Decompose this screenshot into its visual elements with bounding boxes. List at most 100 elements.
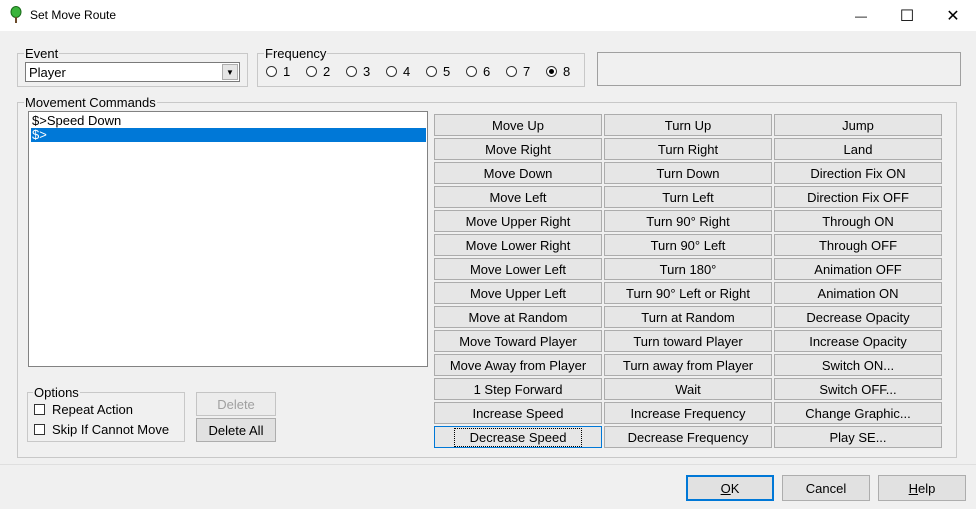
radio-circle[interactable] xyxy=(546,66,557,77)
cmd-turn-at-random-button[interactable]: Turn at Random xyxy=(604,306,772,328)
cmd-turn-left-button[interactable]: Turn Left xyxy=(604,186,772,208)
chevron-down-icon[interactable]: ▼ xyxy=(222,64,238,80)
radio-label: 4 xyxy=(403,64,411,79)
cmd-direction-fix-on-button[interactable]: Direction Fix ON xyxy=(774,162,942,184)
cmd-label: Change Graphic... xyxy=(805,405,911,421)
cmd-label: Move Away from Player xyxy=(449,357,587,373)
cmd-wait-button[interactable]: Wait xyxy=(604,378,772,400)
cmd-move-lower-right-button[interactable]: Move Lower Right xyxy=(434,234,602,256)
cmd-move-at-random-button[interactable]: Move at Random xyxy=(434,306,602,328)
cmd-move-right-button[interactable]: Move Right xyxy=(434,138,602,160)
list-item[interactable]: $>Speed Down xyxy=(31,114,426,128)
radio-circle[interactable] xyxy=(266,66,277,77)
cmd-animation-on-button[interactable]: Animation ON xyxy=(774,282,942,304)
skip-if-cannot-move-checkbox[interactable]: Skip If Cannot Move xyxy=(34,422,169,437)
maximize-button[interactable]: ☐ xyxy=(884,0,930,31)
cmd-increase-opacity-button[interactable]: Increase Opacity xyxy=(774,330,942,352)
minimize-icon: — xyxy=(855,8,867,23)
radio-circle[interactable] xyxy=(466,66,477,77)
cmd-label: Increase Speed xyxy=(472,405,564,421)
cmd-move-upper-right-button[interactable]: Move Upper Right xyxy=(434,210,602,232)
radio-circle[interactable] xyxy=(386,66,397,77)
cmd-animation-off-button[interactable]: Animation OFF xyxy=(774,258,942,280)
frequency-radio-8[interactable]: 8 xyxy=(546,64,570,79)
close-button[interactable]: ✕ xyxy=(930,0,976,31)
cmd-move-toward-player-button[interactable]: Move Toward Player xyxy=(434,330,602,352)
minimize-button[interactable]: — xyxy=(838,0,884,31)
radio-circle[interactable] xyxy=(306,66,317,77)
cmd-through-on-button[interactable]: Through ON xyxy=(774,210,942,232)
cmd-move-lower-left-button[interactable]: Move Lower Left xyxy=(434,258,602,280)
cmd-label: Turn Left xyxy=(662,189,714,205)
cmd-label: Turn 90° Left xyxy=(650,237,726,253)
movement-command-list[interactable]: $>Speed Down $> xyxy=(28,111,428,367)
frequency-radio-3[interactable]: 3 xyxy=(346,64,370,79)
frequency-radio-5[interactable]: 5 xyxy=(426,64,450,79)
list-item[interactable]: $> xyxy=(31,128,426,142)
cmd-decrease-frequency-button[interactable]: Decrease Frequency xyxy=(604,426,772,448)
cmd-label: Move Lower Left xyxy=(469,261,567,277)
cmd-land-button[interactable]: Land xyxy=(774,138,942,160)
frequency-radio-6[interactable]: 6 xyxy=(466,64,490,79)
delete-button[interactable]: Delete xyxy=(196,392,276,416)
cmd-label: Turn 90° Right xyxy=(646,213,730,229)
cmd-label: Animation OFF xyxy=(814,261,902,277)
cmd-turn-90-right-button[interactable]: Turn 90° Right xyxy=(604,210,772,232)
cmd-turn-up-button[interactable]: Turn Up xyxy=(604,114,772,136)
repeat-action-box[interactable] xyxy=(34,404,45,415)
cancel-button-label: Cancel xyxy=(805,480,847,496)
cmd-label: Switch ON... xyxy=(821,357,895,373)
help-button-label: Help xyxy=(908,480,936,496)
cmd-jump-button[interactable]: Jump xyxy=(774,114,942,136)
frequency-radio-1[interactable]: 1 xyxy=(266,64,290,79)
help-button[interactable]: Help xyxy=(878,475,966,501)
repeat-action-checkbox[interactable]: Repeat Action xyxy=(34,402,133,417)
cmd-increase-frequency-button[interactable]: Increase Frequency xyxy=(604,402,772,424)
cmd-play-se-button[interactable]: Play SE... xyxy=(774,426,942,448)
frequency-radio-4[interactable]: 4 xyxy=(386,64,410,79)
cmd-turn-right-button[interactable]: Turn Right xyxy=(604,138,772,160)
radio-label: 5 xyxy=(443,64,451,79)
cmd-label: Decrease Opacity xyxy=(806,309,910,325)
event-label: Event xyxy=(24,46,60,61)
cmd-turn-180-button[interactable]: Turn 180° xyxy=(604,258,772,280)
cmd-direction-fix-off-button[interactable]: Direction Fix OFF xyxy=(774,186,942,208)
radio-label: 8 xyxy=(563,64,571,79)
event-selected-value: Player xyxy=(29,65,66,80)
cmd-decrease-opacity-button[interactable]: Decrease Opacity xyxy=(774,306,942,328)
cmd-move-down-button[interactable]: Move Down xyxy=(434,162,602,184)
cmd-turn-90-left-button[interactable]: Turn 90° Left xyxy=(604,234,772,256)
frequency-radio-7[interactable]: 7 xyxy=(506,64,530,79)
cmd-move-away-from-player-button[interactable]: Move Away from Player xyxy=(434,354,602,376)
radio-label: 1 xyxy=(283,64,291,79)
close-icon: ✕ xyxy=(946,7,960,25)
delete-all-button[interactable]: Delete All xyxy=(196,418,276,442)
cmd-change-graphic-button[interactable]: Change Graphic... xyxy=(774,402,942,424)
cmd-move-left-button[interactable]: Move Left xyxy=(434,186,602,208)
cmd-move-up-button[interactable]: Move Up xyxy=(434,114,602,136)
cmd-1-step-forward-button[interactable]: 1 Step Forward xyxy=(434,378,602,400)
radio-circle[interactable] xyxy=(346,66,357,77)
cmd-through-off-button[interactable]: Through OFF xyxy=(774,234,942,256)
cmd-increase-speed-button[interactable]: Increase Speed xyxy=(434,402,602,424)
event-dropdown[interactable]: Player ▼ xyxy=(25,62,240,82)
cmd-label: Turn 90° Left or Right xyxy=(626,285,750,301)
cmd-label: Move Left xyxy=(489,189,547,205)
cmd-turn-down-button[interactable]: Turn Down xyxy=(604,162,772,184)
frequency-radio-2[interactable]: 2 xyxy=(306,64,330,79)
ok-button-label: OK xyxy=(720,480,740,496)
cmd-move-upper-left-button[interactable]: Move Upper Left xyxy=(434,282,602,304)
cmd-switch-on-button[interactable]: Switch ON... xyxy=(774,354,942,376)
cmd-switch-off-button[interactable]: Switch OFF... xyxy=(774,378,942,400)
radio-label: 6 xyxy=(483,64,491,79)
ok-button[interactable]: OK xyxy=(686,475,774,501)
cmd-turn-toward-player-button[interactable]: Turn toward Player xyxy=(604,330,772,352)
cmd-label: 1 Step Forward xyxy=(473,381,563,397)
radio-circle[interactable] xyxy=(426,66,437,77)
cmd-turn-90-left-or-right-button[interactable]: Turn 90° Left or Right xyxy=(604,282,772,304)
cancel-button[interactable]: Cancel xyxy=(782,475,870,501)
cmd-turn-away-from-player-button[interactable]: Turn away from Player xyxy=(604,354,772,376)
skip-if-cannot-move-box[interactable] xyxy=(34,424,45,435)
cmd-decrease-speed-button[interactable]: Decrease Speed xyxy=(434,426,602,448)
radio-circle[interactable] xyxy=(506,66,517,77)
